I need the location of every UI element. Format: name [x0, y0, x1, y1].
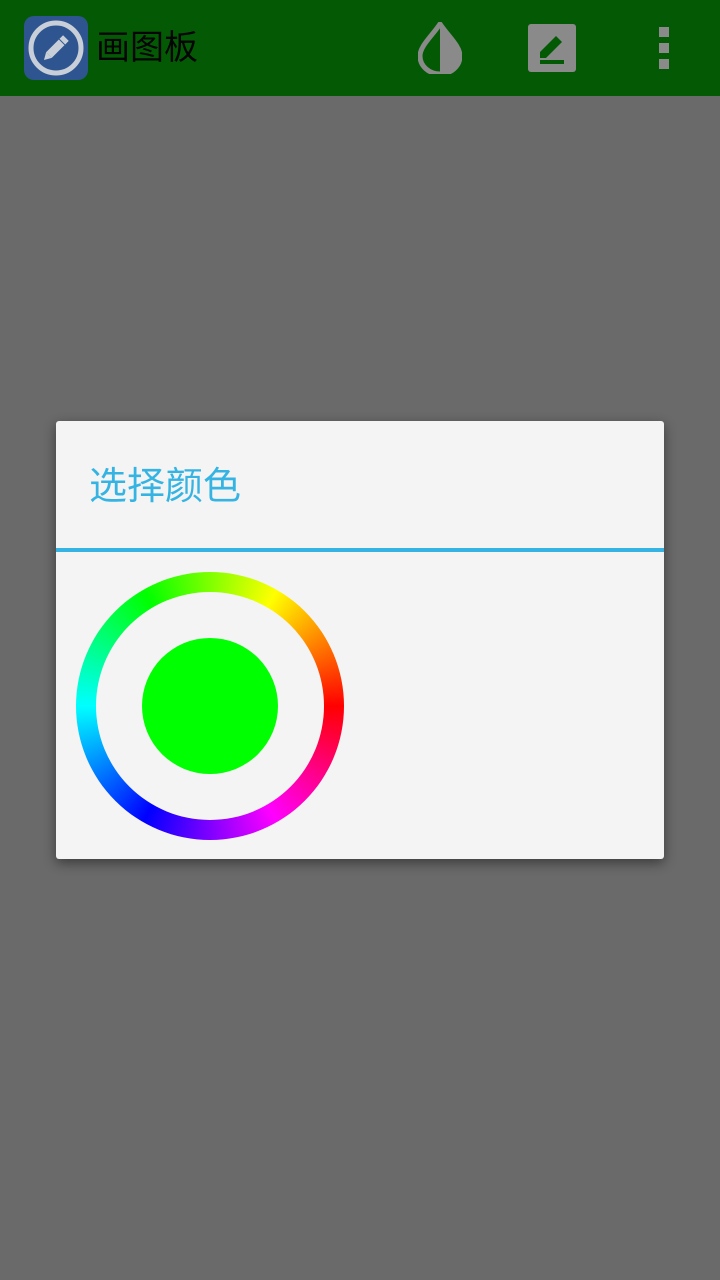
color-picker-dialog: 选择颜色	[56, 421, 664, 859]
selected-color-preview[interactable]	[142, 638, 278, 774]
dialog-divider	[56, 548, 664, 552]
pen-edit-icon	[528, 24, 576, 72]
color-drop-button[interactable]	[408, 16, 472, 80]
overflow-menu-icon	[659, 27, 669, 69]
pen-edit-button[interactable]	[520, 16, 584, 80]
app-pencil-icon[interactable]	[24, 16, 88, 80]
action-bar: 画图板	[0, 0, 720, 96]
overflow-menu-button[interactable]	[632, 16, 696, 80]
color-drop-icon	[418, 22, 462, 74]
app-title: 画图板	[96, 28, 198, 68]
dialog-title: 选择颜色	[89, 464, 242, 508]
color-picker	[76, 572, 344, 840]
